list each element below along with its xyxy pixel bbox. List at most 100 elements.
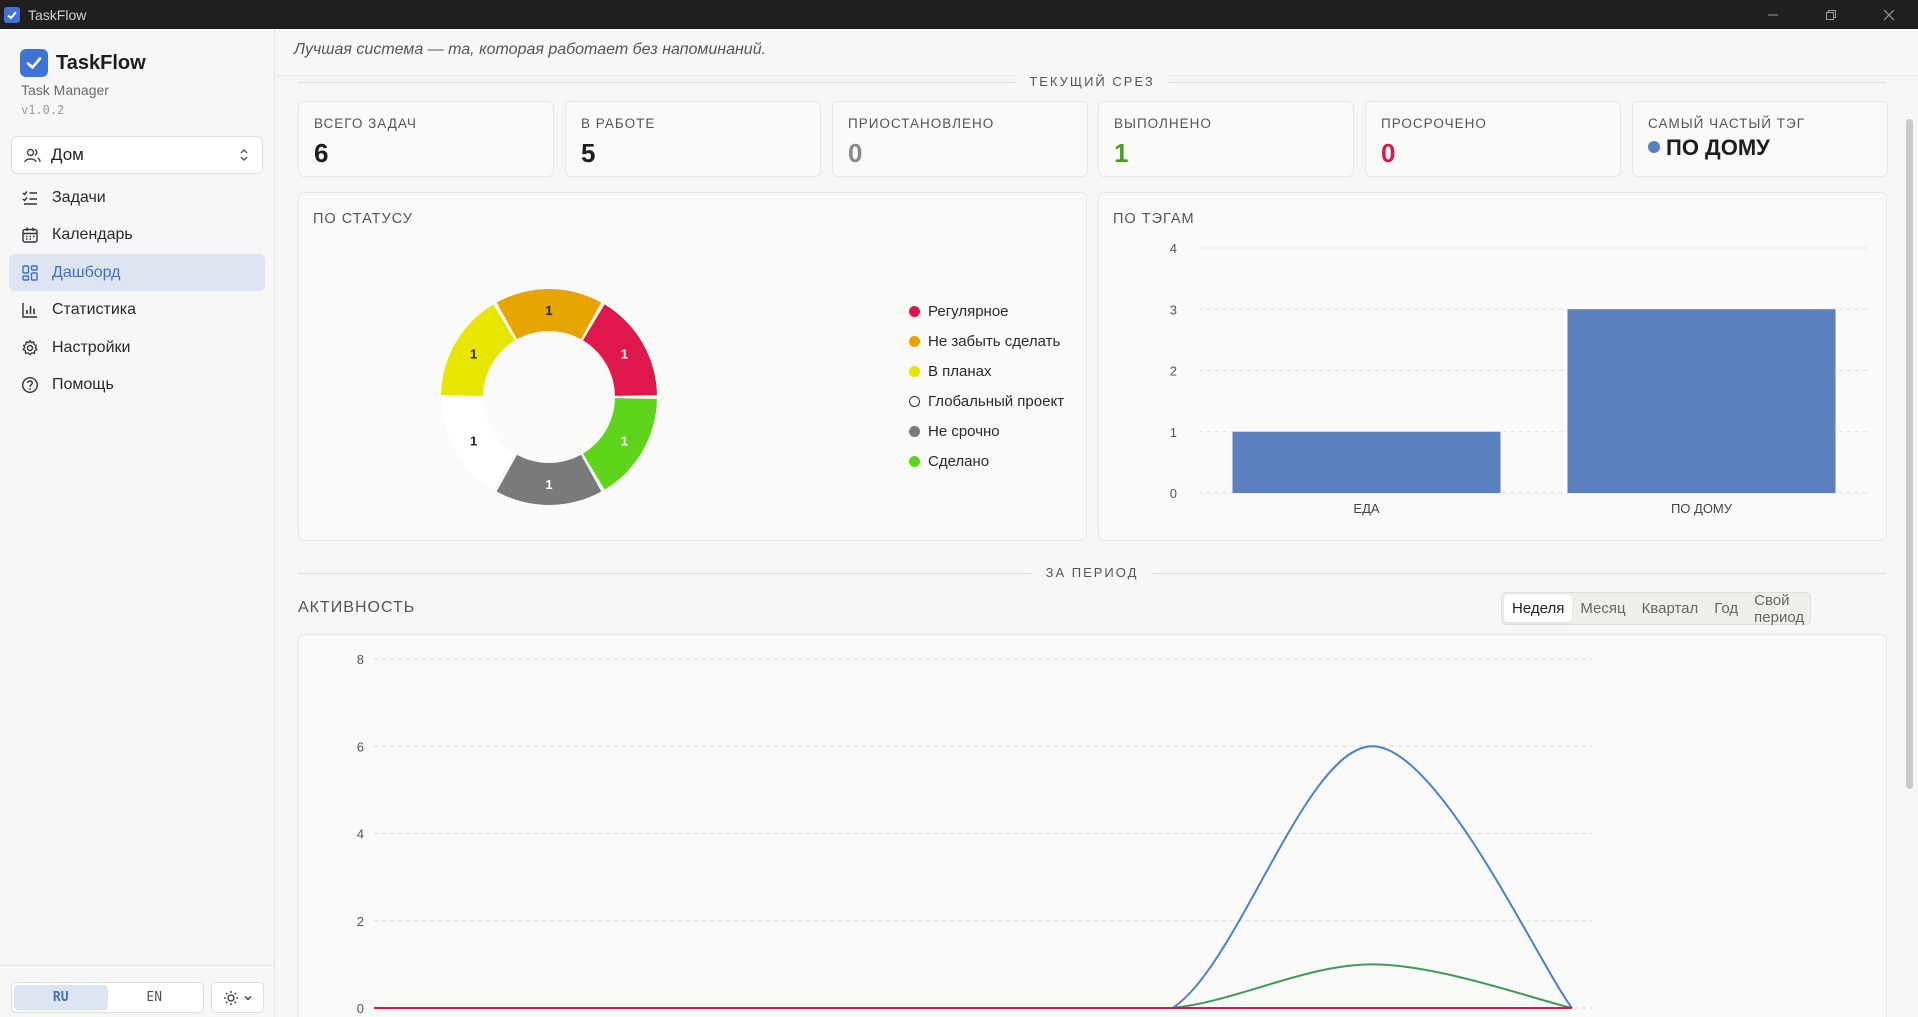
activity-line-chart: 0246829 июл30 июл31 июл01 авг02 авг03 ав… xyxy=(353,652,1592,1017)
sidebar-item-statistics[interactable]: Статистика xyxy=(9,292,265,329)
sidebar-item-label: Задачи xyxy=(52,188,106,206)
stat-label: ПРОСРОЧЕНО xyxy=(1381,116,1487,131)
calendar-icon xyxy=(21,226,39,244)
chart-icon xyxy=(21,301,39,319)
theme-toggle[interactable] xyxy=(211,982,264,1013)
bar xyxy=(1567,309,1836,493)
scrollbar[interactable] xyxy=(1906,119,1913,789)
help-icon xyxy=(21,376,39,394)
activity-title: АКТИВНОСТЬ xyxy=(298,599,416,616)
brand-logo-icon xyxy=(20,49,48,77)
x-tick-label: ПО ДОМУ xyxy=(1671,501,1733,516)
y-tick-label: 2 xyxy=(357,914,364,929)
lang-ru-button[interactable]: RU xyxy=(14,985,108,1010)
y-tick-label: 4 xyxy=(357,827,364,842)
tags-panel: ПО ТЭГАМ 0 1 2 3 4 ЕДА ПО ДОМУ xyxy=(1098,192,1887,541)
language-switcher: RU EN xyxy=(11,982,204,1013)
y-tick-label: 4 xyxy=(1170,241,1177,256)
stat-label: ВСЕГО ЗАДАЧ xyxy=(314,116,417,131)
window-titlebar: TaskFlow xyxy=(0,0,1918,29)
period-tab-year[interactable]: Год xyxy=(1706,595,1746,622)
minimize-icon xyxy=(1768,14,1778,15)
donut-slice-label: 1 xyxy=(621,434,628,449)
legend-item: Сделано xyxy=(909,446,1064,476)
donut-slice-label: 1 xyxy=(545,303,552,318)
stat-value: 0 xyxy=(1381,138,1396,168)
line-series xyxy=(374,963,1573,1010)
app-version: v1.0.2 xyxy=(21,103,65,117)
sidebar-item-label: Настройки xyxy=(52,338,131,356)
y-tick-label: 0 xyxy=(1170,486,1177,501)
legend-dot xyxy=(909,425,920,437)
donut-slice-label: 1 xyxy=(470,347,477,362)
sidebar-item-calendar[interactable]: Календарь xyxy=(9,217,265,254)
y-tick-label: 2 xyxy=(1170,364,1177,379)
legend-dot xyxy=(909,395,920,407)
legend-dot xyxy=(909,365,920,377)
brand: TaskFlow xyxy=(20,49,146,77)
legend-item: Регулярное xyxy=(909,296,1064,326)
stat-value: 0 xyxy=(848,138,863,168)
legend-label: В планах xyxy=(928,362,992,380)
lang-en-button[interactable]: EN xyxy=(108,985,202,1010)
sidebar-item-dashboard[interactable]: Дашборд xyxy=(9,254,265,291)
brand-name: TaskFlow xyxy=(56,51,146,74)
sidebar-footer: RU EN xyxy=(0,965,275,1017)
main-content: Лучшая система — та, которая работает бе… xyxy=(276,29,1918,1017)
period-tab-month[interactable]: Месяц xyxy=(1572,595,1633,622)
app-logo-icon xyxy=(4,6,20,23)
donut-slice-label: 1 xyxy=(545,477,552,492)
section-title-period: ЗА ПЕРИОД xyxy=(1031,565,1153,580)
bar xyxy=(1232,431,1501,493)
sidebar-item-help[interactable]: Помощь xyxy=(9,367,265,404)
period-tab-week[interactable]: Неделя xyxy=(1504,595,1573,622)
sidebar-item-label: Статистика xyxy=(52,301,137,318)
tag-color-dot xyxy=(1648,141,1660,154)
stat-label: ВЫПОЛНЕНО xyxy=(1114,116,1212,131)
stat-value: 5 xyxy=(581,138,596,168)
donut-slice xyxy=(441,304,516,396)
status-legend: Регулярное Не забыть сделать В планах Глоба… xyxy=(909,296,1064,476)
stat-label: САМЫЙ ЧАСТЫЙ ТЭГ xyxy=(1648,116,1806,131)
x-tick-label: ЕДА xyxy=(1353,501,1379,516)
stat-label: ПРИОСТАНОВЛЕНО xyxy=(848,116,995,131)
stat-value: 1 xyxy=(1114,138,1129,168)
section-title-current: ТЕКУЩИЙ СРЕЗ xyxy=(1015,74,1169,89)
y-tick-label: 6 xyxy=(357,739,364,754)
sidebar-item-label: Календарь xyxy=(52,226,133,243)
stat-label: В РАБОТЕ xyxy=(581,116,656,131)
period-tab-quarter[interactable]: Квартал xyxy=(1634,595,1707,622)
stat-overdue: ПРОСРОЧЕНО 0 xyxy=(1365,101,1621,177)
donut-slice xyxy=(441,398,516,490)
tags-bar-chart: 0 1 2 3 4 ЕДА ПО ДОМУ xyxy=(1170,241,1869,516)
legend-label: Не забыть сделать xyxy=(928,332,1061,350)
legend-label: Регулярное xyxy=(928,302,1009,320)
legend-dot xyxy=(909,305,920,317)
sidebar-nav: Задачи Календарь Дашборд Статистика Наст… xyxy=(9,179,265,404)
status-panel: ПО СТАТУСУ 111111 Регулярное Не забыть сд… xyxy=(298,192,1087,541)
legend-item: Не срочно xyxy=(909,416,1064,446)
users-icon xyxy=(24,148,41,162)
y-tick-label: 0 xyxy=(357,1001,364,1016)
brand-subtitle: Task Manager xyxy=(21,82,109,98)
header-quote: Лучшая система — та, которая работает бе… xyxy=(294,41,767,58)
legend-dot xyxy=(909,335,920,347)
workspace-label: Дом xyxy=(51,145,84,164)
period-selector: Неделя Месяц Квартал Год Свой период xyxy=(1501,592,1812,626)
window-title: TaskFlow xyxy=(28,6,87,23)
period-tab-custom[interactable]: Свой период xyxy=(1746,592,1812,626)
sidebar-item-label: Помощь xyxy=(52,376,114,393)
legend-item: Глобальный проект xyxy=(909,386,1064,416)
donut-slice-label: 1 xyxy=(621,347,628,362)
stat-value: ПО ДОМУ xyxy=(1666,135,1770,160)
close-button[interactable] xyxy=(1860,0,1918,29)
legend-item: В планах xyxy=(909,356,1064,386)
task-list-icon xyxy=(21,189,39,207)
sidebar-item-settings[interactable]: Настройки xyxy=(9,329,265,366)
minimize-button[interactable] xyxy=(1744,0,1802,29)
line-series xyxy=(374,745,1573,1010)
maximize-button[interactable] xyxy=(1802,0,1860,29)
sidebar-item-tasks[interactable]: Задачи xyxy=(9,179,265,216)
sidebar-item-label: Дашборд xyxy=(52,263,121,281)
workspace-selector[interactable]: Дом xyxy=(11,136,263,174)
